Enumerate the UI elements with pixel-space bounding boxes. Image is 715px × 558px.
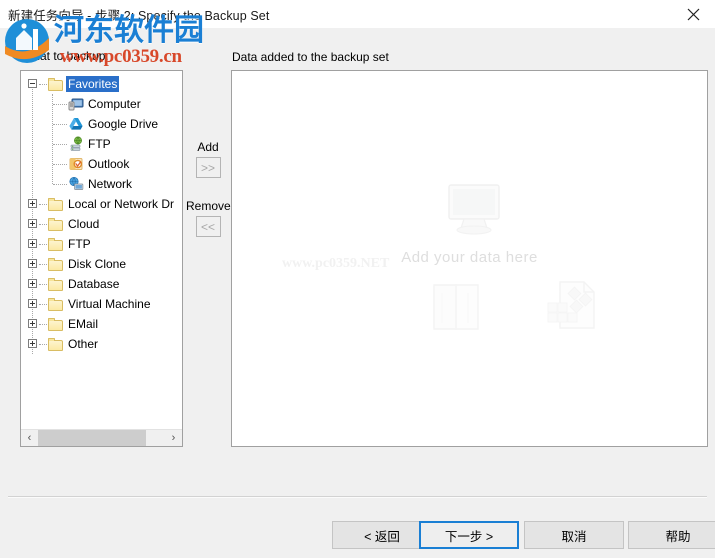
- ftp-server-icon: [68, 136, 84, 152]
- tree-item-label: FTP: [68, 237, 91, 251]
- tree-item-label: FTP: [88, 137, 111, 151]
- tree-connector: [39, 284, 47, 285]
- folder-icon: [48, 216, 64, 232]
- google-drive-icon: [68, 116, 84, 132]
- tree-connector: [53, 124, 67, 125]
- collapse-icon[interactable]: [28, 79, 37, 88]
- back-button[interactable]: < 返回: [332, 521, 432, 549]
- tree-connector: [39, 264, 47, 265]
- tree-item-network[interactable]: Network: [21, 174, 182, 194]
- expand-icon[interactable]: [28, 319, 37, 328]
- backup-set-header: Data added to the backup set: [232, 50, 389, 64]
- tree-item-google-drive[interactable]: Google Drive: [21, 114, 182, 134]
- options-row: Copy access control list (ACL) File filt…: [0, 456, 715, 480]
- expand-icon[interactable]: [28, 219, 37, 228]
- scrollbar-track[interactable]: [38, 429, 165, 446]
- tree-item-label: Outlook: [88, 157, 130, 171]
- cancel-button[interactable]: 取消: [524, 521, 624, 549]
- next-button[interactable]: 下一步 >: [419, 521, 519, 549]
- source-tree-panel[interactable]: Favorites Computer Google Drive FTP Outlook N…: [20, 70, 183, 447]
- tree-item-email[interactable]: EMail: [21, 314, 182, 334]
- tree-item-computer[interactable]: Computer: [21, 94, 182, 114]
- tree-item-favorites[interactable]: Favorites: [21, 74, 182, 94]
- tree-connector: [39, 344, 47, 345]
- tree-connector: [39, 244, 47, 245]
- folder-icon: [48, 336, 64, 352]
- scroll-left-arrow-icon[interactable]: ‹: [21, 429, 38, 446]
- tree-item-outlook[interactable]: Outlook: [21, 154, 182, 174]
- tree-item-database[interactable]: Database: [21, 274, 182, 294]
- expand-icon[interactable]: [28, 299, 37, 308]
- folder-icon: [48, 296, 64, 312]
- tree-horizontal-scrollbar[interactable]: ‹ ›: [21, 429, 182, 446]
- folder-icon: [48, 76, 64, 92]
- tree-connector: [39, 324, 47, 325]
- tree-item-label: Favorites: [66, 76, 120, 92]
- tree-connector: [39, 84, 47, 85]
- folder-icon: [48, 196, 64, 212]
- tree-connector: [53, 184, 67, 185]
- add-button[interactable]: >>: [195, 157, 221, 178]
- network-icon: [68, 176, 84, 192]
- backup-set-panel[interactable]: www.pc0359.NET Add your data here: [231, 70, 708, 447]
- expand-icon[interactable]: [28, 339, 37, 348]
- tree-item-other[interactable]: Other: [21, 334, 182, 354]
- tree-connector: [53, 164, 67, 165]
- expand-icon[interactable]: [28, 259, 37, 268]
- remove-label: Remove: [186, 199, 231, 213]
- tree-connector: [53, 144, 67, 145]
- tree-connector: [39, 224, 47, 225]
- folder-icon: [48, 276, 64, 292]
- tree-item-label: Computer: [88, 97, 141, 111]
- close-icon: [687, 8, 699, 20]
- tree-item-disk-clone[interactable]: Disk Clone: [21, 254, 182, 274]
- tree-item-label: Database: [68, 277, 120, 291]
- outlook-icon: [68, 156, 84, 172]
- expand-icon[interactable]: [28, 279, 37, 288]
- folder-icon: [433, 284, 479, 330]
- transfer-spacer: [186, 178, 230, 199]
- close-button[interactable]: [671, 0, 715, 28]
- window-title: 新建任务向导 - 步骤 2: Specify the Backup Set: [8, 9, 270, 23]
- backup-wizard-dialog: 新建任务向导 - 步骤 2: Specify the Backup Set Wh…: [0, 0, 715, 558]
- document-icon: [547, 281, 595, 329]
- tree-item-label: Virtual Machine: [68, 297, 151, 311]
- help-button[interactable]: 帮助: [628, 521, 715, 549]
- scroll-right-arrow-icon[interactable]: ›: [165, 429, 182, 446]
- tree-item-label: Disk Clone: [68, 257, 127, 271]
- footer-divider: [8, 496, 707, 498]
- remove-button[interactable]: <<: [195, 216, 221, 237]
- empty-state: www.pc0359.NET Add your data here: [232, 71, 707, 446]
- transfer-buttons-column: Add >> Remove <<: [186, 140, 231, 237]
- expand-icon[interactable]: [28, 239, 37, 248]
- add-label: Add: [197, 140, 219, 154]
- scrollbar-thumb[interactable]: [38, 429, 146, 446]
- folder-icon: [48, 236, 64, 252]
- tree-item-label: Cloud: [68, 217, 100, 231]
- tree-item-local-or-network-dr[interactable]: Local or Network Dr: [21, 194, 182, 214]
- tree-item-label: Other: [68, 337, 99, 351]
- tree-connector: [39, 304, 47, 305]
- folder-icon: [48, 316, 64, 332]
- tree-item-label: EMail: [68, 317, 99, 331]
- folder-icon: [48, 256, 64, 272]
- tree-item-label: Local or Network Dr: [68, 197, 175, 211]
- empty-state-text: Add your data here: [401, 249, 538, 266]
- tree-item-ftp[interactable]: FTP: [21, 234, 182, 254]
- tree-connector: [39, 204, 47, 205]
- monitor-icon: [448, 184, 500, 235]
- computer-icon: [68, 96, 84, 112]
- tree-item-ftp[interactable]: FTP: [21, 134, 182, 154]
- tree-connector: [53, 104, 67, 105]
- expand-icon[interactable]: [28, 199, 37, 208]
- tree-item-cloud[interactable]: Cloud: [21, 214, 182, 234]
- tree-item-label: Network: [88, 177, 133, 191]
- what-to-backup-label: What to backup:: [22, 49, 109, 63]
- title-bar: 新建任务向导 - 步骤 2: Specify the Backup Set: [0, 0, 715, 28]
- tree-item-virtual-machine[interactable]: Virtual Machine: [21, 294, 182, 314]
- tree-item-label: Google Drive: [88, 117, 159, 131]
- source-tree-list[interactable]: Favorites Computer Google Drive FTP Outlook N…: [21, 74, 182, 429]
